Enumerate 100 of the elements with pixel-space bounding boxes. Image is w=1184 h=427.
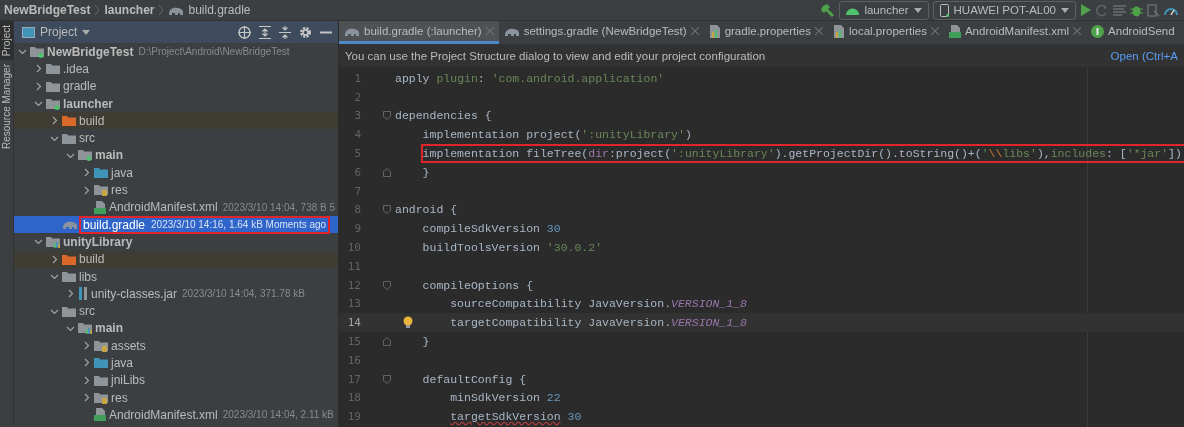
- editor-tab[interactable]: gradle.properties: [703, 21, 828, 44]
- chevron-down-icon[interactable]: [50, 272, 59, 281]
- tree-item-label[interactable]: build: [79, 252, 105, 267]
- tree-item-label[interactable]: main: [95, 321, 123, 336]
- hammer-icon[interactable]: [821, 3, 836, 17]
- file-info: 2023/3/10 14:04, 371.78 kB: [182, 288, 305, 300]
- folder-icon: [62, 132, 76, 144]
- open-link[interactable]: Open (Ctrl+A: [1110, 50, 1178, 62]
- gauge-icon[interactable]: [1164, 5, 1178, 15]
- module-folder-icon: [78, 322, 92, 335]
- chevron-down-icon[interactable]: [18, 47, 27, 57]
- code-line: targetSdkVersion 30: [450, 409, 583, 425]
- tree-item-label[interactable]: unity-classes.jar: [91, 286, 178, 301]
- editor-tab[interactable]: build.gradle (:launcher): [339, 21, 499, 44]
- tree-item-label[interactable]: libs: [79, 269, 97, 284]
- collapse-all-icon[interactable]: [279, 25, 291, 39]
- minimize-icon[interactable]: [320, 30, 332, 34]
- expand-all-icon[interactable]: [259, 25, 271, 39]
- line-number: 15: [346, 335, 361, 349]
- chevron-right-icon[interactable]: [82, 375, 91, 385]
- tree-item-label[interactable]: res: [111, 183, 128, 197]
- line-number: 17: [346, 372, 361, 386]
- fold-icon[interactable]: [383, 374, 391, 384]
- editor-tab[interactable]: AndroidManifest.xml: [943, 21, 1087, 44]
- tool-window-tab[interactable]: Project: [0, 21, 13, 61]
- chevron-right-icon[interactable]: [66, 289, 75, 299]
- code-line: compileSdkVersion 30: [422, 221, 562, 237]
- tree-row[interactable]: build: [14, 112, 338, 130]
- line-number: 9: [353, 222, 361, 236]
- chevron-down-icon[interactable]: [34, 237, 43, 247]
- fold-icon[interactable]: [383, 167, 391, 177]
- tree-item-label[interactable]: unityLibrary: [63, 234, 133, 249]
- breadcrumb-item[interactable]: NewBridgeTest: [4, 3, 91, 17]
- notification-text: You can use the Project Structure dialog to view and edit your project configuration: [345, 50, 766, 62]
- line-number: 13: [346, 297, 361, 311]
- project-view-dropdown[interactable]: Project: [22, 25, 91, 39]
- tree-item-label[interactable]: AndroidManifest.xml: [109, 407, 218, 422]
- tree-item-label[interactable]: build: [79, 113, 105, 128]
- chevron-right-icon[interactable]: [82, 185, 91, 195]
- class-icon: [1091, 24, 1105, 38]
- tree-item-label[interactable]: res: [111, 390, 128, 405]
- tree-item-label[interactable]: NewBridgeTest: [47, 44, 134, 59]
- tree-row[interactable]: build: [14, 250, 338, 268]
- tree-item-label[interactable]: AndroidManifest.xml: [109, 200, 218, 215]
- tree-item-label[interactable]: launcher: [63, 96, 113, 111]
- breadcrumb-item[interactable]: launcher: [104, 3, 155, 17]
- line-number: 11: [346, 259, 361, 273]
- chevron-right-icon[interactable]: [82, 358, 91, 368]
- tree-item-label[interactable]: gradle: [63, 79, 97, 94]
- fold-icon[interactable]: [383, 280, 391, 290]
- highlight-box: implementation fileTree(dir:project(':unityLibrary').getProjectDir().toString()+('\\libs'),includes: ['*jar']): [422, 146, 1184, 162]
- tree-item-label[interactable]: main: [95, 148, 123, 163]
- chevron-right-icon[interactable]: [82, 168, 91, 178]
- chevron-right-icon[interactable]: [50, 116, 59, 126]
- editor-tab[interactable]: local.properties: [827, 21, 944, 44]
- tree-item-label[interactable]: java: [111, 356, 133, 370]
- breadcrumb-item[interactable]: build.gradle: [188, 3, 251, 17]
- fold-icon[interactable]: [383, 337, 391, 347]
- tree-item-label[interactable]: java: [111, 165, 133, 180]
- file-info: 2023/3/10 14:04, 738 B 5: [222, 201, 336, 213]
- chevron-down-icon[interactable]: [34, 99, 43, 109]
- fold-icon[interactable]: [383, 111, 391, 121]
- chevron-right-icon[interactable]: [34, 81, 43, 91]
- folder-icon: [46, 63, 60, 75]
- properties-file-icon: [832, 24, 845, 38]
- tree-item-label[interactable]: .idea: [63, 61, 90, 76]
- line-number: 1: [353, 71, 361, 85]
- folder-icon: [62, 253, 76, 265]
- chevron-right-icon[interactable]: [82, 341, 91, 351]
- caret-icon: [1061, 7, 1069, 13]
- settings-icon[interactable]: [299, 25, 312, 39]
- fold-icon[interactable]: [383, 205, 391, 215]
- chevron-right-icon: [158, 4, 165, 16]
- tool-window-tab[interactable]: Resource Manager: [0, 60, 13, 154]
- tree-item-label[interactable]: assets: [111, 338, 146, 353]
- line-number: 4: [353, 128, 361, 142]
- lightbulb-icon[interactable]: [403, 316, 413, 330]
- code-line: buildToolsVersion '30.0.2': [422, 240, 604, 256]
- crosshair-icon[interactable]: [238, 25, 251, 39]
- module-folder-icon: [46, 235, 60, 248]
- caret-icon: [913, 7, 922, 13]
- device-dropdown[interactable]: HUAWEI POT-AL00: [932, 0, 1076, 20]
- editor-tab[interactable]: settings.gradle (NewBridgeTest): [498, 21, 704, 44]
- run-icon[interactable]: [1080, 4, 1092, 16]
- tree-row[interactable]: build.gradle 2023/3/10 14:16, 1.64 kB Moments ago: [14, 215, 338, 234]
- chevron-right-icon[interactable]: [82, 393, 91, 403]
- chevron-right-icon[interactable]: [50, 254, 59, 264]
- tree-item-label[interactable]: build.gradle: [83, 217, 146, 232]
- code-line: dependencies {: [395, 108, 493, 124]
- run-config-dropdown[interactable]: launcher: [839, 0, 929, 20]
- tree-item-label[interactable]: jniLibs: [111, 373, 146, 388]
- jar-file-icon: [78, 287, 88, 301]
- tree-item-label[interactable]: src: [79, 131, 95, 146]
- code-line: sourceCompatibility JavaVersion.VERSION_1_8: [450, 296, 748, 312]
- module-folder-icon: [46, 97, 60, 110]
- line-number: 2: [353, 90, 361, 104]
- line-number: 3: [353, 109, 361, 123]
- chevron-right-icon[interactable]: [34, 64, 43, 74]
- editor-tab[interactable]: AndroidSend: [1086, 21, 1180, 44]
- tree-item-label[interactable]: src: [79, 304, 95, 319]
